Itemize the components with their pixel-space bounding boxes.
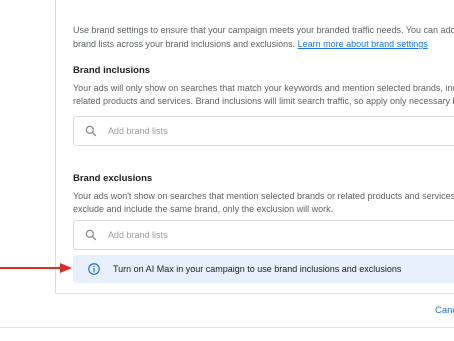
intro-line-2-text: brand lists across your brand inclusions… xyxy=(73,39,298,49)
inclusions-desc-line-1: Your ads will only show on searches that… xyxy=(73,83,454,93)
search-placeholder: Add brand lists xyxy=(108,230,168,240)
ai-max-info-banner: Turn on AI Max in your campaign to use b… xyxy=(73,255,454,283)
footer-divider xyxy=(0,327,454,328)
brand-exclusions-description: Your ads won't show on searches that men… xyxy=(73,190,454,216)
inclusions-desc-line-2: related products and services. Brand inc… xyxy=(73,96,454,106)
brand-exclusions-title: Brand exclusions xyxy=(73,173,153,184)
exclusions-desc-line-1: Your ads won't show on searches that men… xyxy=(73,191,454,201)
brand-inclusions-description: Your ads will only show on searches that… xyxy=(73,82,454,108)
search-icon xyxy=(84,124,98,138)
brand-inclusions-title: Brand inclusions xyxy=(73,65,151,76)
info-icon xyxy=(87,262,101,276)
info-banner-text: Turn on AI Max in your campaign to use b… xyxy=(113,264,402,274)
learn-more-link[interactable]: Learn more about brand settings xyxy=(298,39,428,49)
search-placeholder: Add brand lists xyxy=(108,126,168,136)
cancel-button[interactable]: Canc xyxy=(435,305,454,316)
intro-line-2: brand lists across your brand inclusions… xyxy=(73,37,454,51)
intro-line-1: Use brand settings to ensure that your c… xyxy=(73,25,454,35)
exclusions-desc-line-2: exclude and include the same brand, only… xyxy=(73,204,334,214)
search-icon xyxy=(84,228,98,242)
left-margin xyxy=(0,0,55,341)
brand-settings-intro: Use brand settings to ensure that your c… xyxy=(73,23,454,51)
brand-inclusions-search-input[interactable]: Add brand lists xyxy=(73,116,454,146)
red-arrow-annotation xyxy=(0,263,72,273)
brand-exclusions-search-input[interactable]: Add brand lists xyxy=(73,220,454,250)
